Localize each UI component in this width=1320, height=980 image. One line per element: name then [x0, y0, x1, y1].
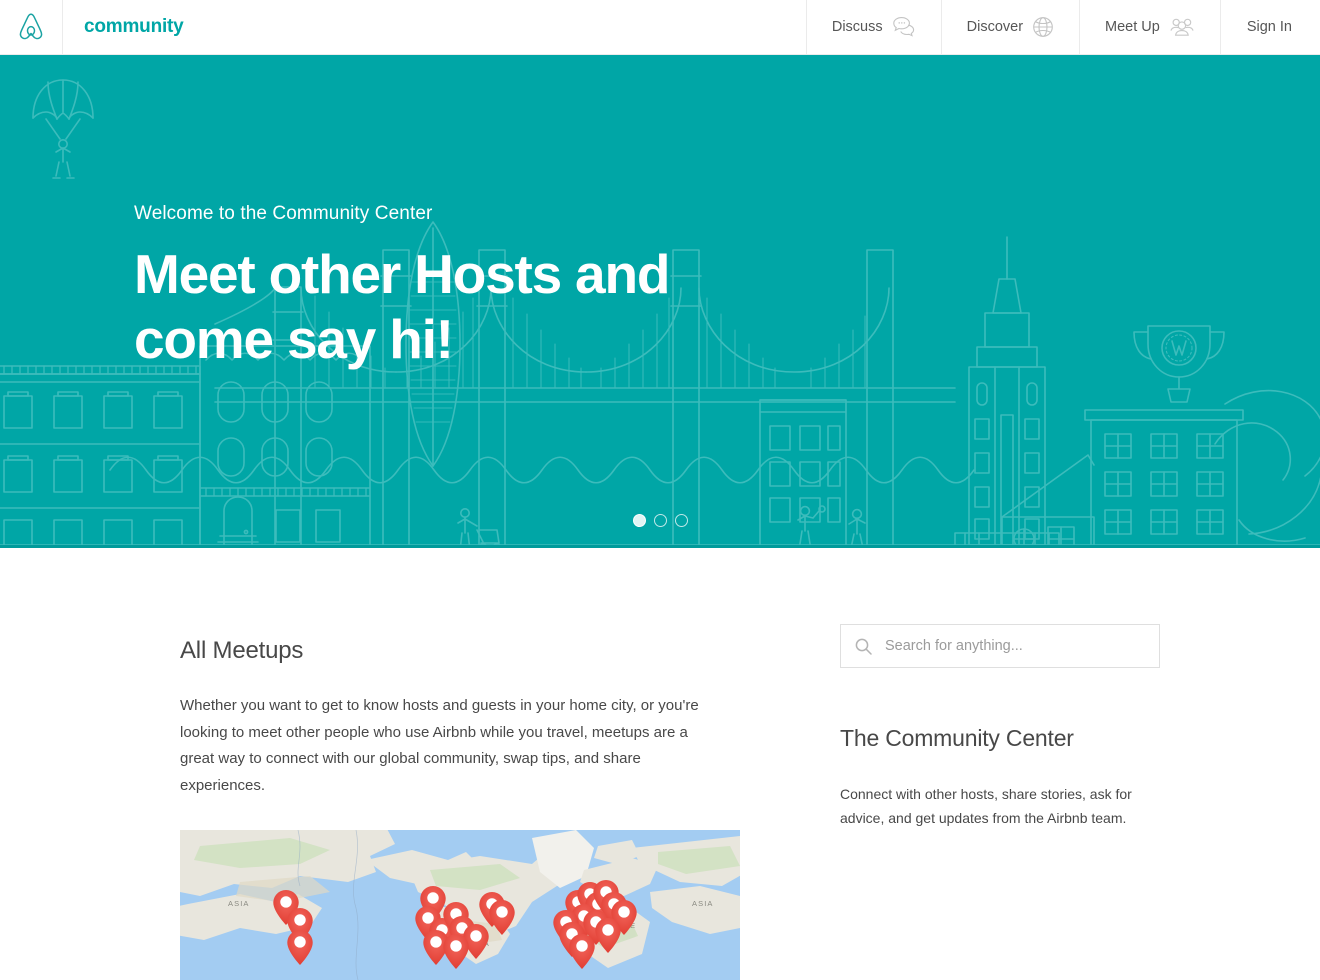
sidebar-description: Connect with other hosts, share stories,… — [840, 786, 1132, 827]
airbnb-logo-link[interactable] — [0, 0, 63, 54]
meetups-description: Whether you want to get to know hosts an… — [180, 697, 699, 795]
carousel-dot-1[interactable] — [632, 514, 646, 527]
carousel-dot-3[interactable] — [674, 514, 688, 527]
nav-item-discover[interactable]: Discover — [940, 0, 1079, 54]
sign-in-button[interactable]: Sign In — [1219, 0, 1320, 54]
hero-eyebrow: Welcome to the Community Center — [134, 203, 433, 224]
brand-title[interactable]: community — [63, 0, 184, 54]
search-icon — [855, 638, 872, 655]
search-input[interactable] — [883, 637, 1145, 655]
nav-item-meet-up[interactable]: Meet Up — [1079, 0, 1220, 54]
sidebar-title: The Community Center — [840, 725, 1074, 751]
svg-text:ASIA: ASIA — [692, 899, 714, 908]
header-spacer — [184, 0, 806, 54]
map-graphic: ASIA NORTH AMERICA EUROPE ASIA — [180, 829, 740, 980]
main-content: All Meetups Whether you want to get to k… — [0, 548, 1320, 980]
people-group-icon — [1169, 17, 1195, 37]
svg-text:ASIA: ASIA — [228, 899, 250, 908]
sign-in-label: Sign In — [1246, 18, 1292, 35]
sidebar: The Community Center Connect with other … — [840, 548, 1160, 980]
hero-carousel-dots — [0, 514, 1320, 527]
nav-item-meet-up-label: Meet Up — [1105, 18, 1160, 35]
page-title: All Meetups — [180, 637, 304, 664]
airbnb-belo-logo-icon — [16, 11, 46, 43]
world-meetups-map[interactable]: ASIA NORTH AMERICA EUROPE ASIA — [180, 829, 740, 980]
nav-item-discover-label: Discover — [966, 18, 1024, 35]
carousel-dot-2[interactable] — [653, 514, 667, 527]
meetups-column: All Meetups Whether you want to get to k… — [180, 548, 740, 980]
search-box[interactable] — [840, 624, 1160, 668]
primary-nav: Discuss Discover Meet Up Sign In — [805, 0, 1320, 54]
hero-copy: Welcome to the Community Center Meet oth… — [134, 203, 754, 372]
hero-banner: Welcome to the Community Center Meet oth… — [0, 55, 1320, 548]
nav-item-discuss-label: Discuss — [831, 18, 883, 35]
site-header: community Discuss Discover Meet Up Sign … — [0, 0, 1320, 55]
nav-item-discuss[interactable]: Discuss — [805, 0, 941, 54]
hero-title: Meet other Hosts and come say hi! — [134, 243, 670, 370]
globe-icon — [1032, 16, 1054, 38]
speech-bubble-icon — [892, 16, 916, 38]
